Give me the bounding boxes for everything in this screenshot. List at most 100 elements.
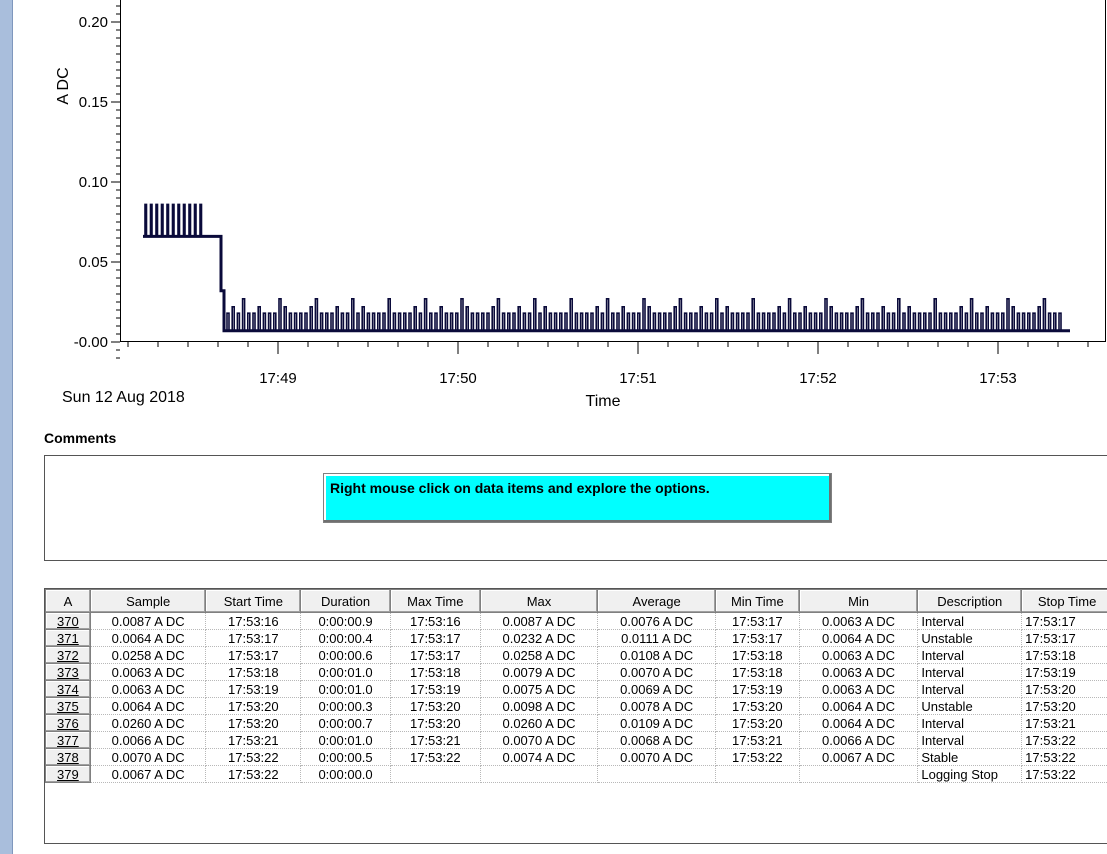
column-header[interactable]: Duration (300, 589, 391, 613)
table-cell[interactable]: Unstable (917, 629, 1023, 647)
table-cell[interactable]: 0.0098 A DC (479, 697, 599, 715)
table-cell[interactable]: 0.0063 A DC (89, 663, 207, 681)
table-cell[interactable]: 0.0076 A DC (597, 612, 716, 630)
row-index[interactable]: 378 (45, 748, 91, 766)
table-row[interactable]: 372 0.0258 A DC 17:53:17 0:00:00.6 17:53:17 0… (45, 646, 1107, 664)
table-row[interactable]: 370 0.0087 A DC 17:53:16 0:00:00.9 17:53:16 0… (45, 612, 1107, 630)
table-cell[interactable]: Interval (917, 680, 1023, 698)
table-cell[interactable]: 0.0064 A DC (798, 714, 919, 732)
table-cell[interactable]: 0.0066 A DC (89, 731, 207, 749)
table-cell[interactable]: Interval (917, 646, 1023, 664)
table-cell[interactable]: 0.0063 A DC (798, 663, 919, 681)
table-cell[interactable]: 17:53:18 (205, 663, 302, 681)
table-cell[interactable]: 17:53:19 (389, 680, 481, 698)
table-cell[interactable]: Unstable (917, 697, 1023, 715)
table-cell[interactable]: 0.0064 A DC (798, 697, 919, 715)
column-header[interactable]: Sample (89, 589, 207, 613)
table-cell[interactable]: 0.0070 A DC (597, 748, 716, 766)
table-row[interactable]: 373 0.0063 A DC 17:53:18 0:00:01.0 17:53:18 0… (45, 663, 1107, 681)
row-index[interactable]: 375 (45, 697, 91, 715)
table-cell[interactable]: 0.0066 A DC (798, 731, 919, 749)
table-cell[interactable]: 17:53:21 (389, 731, 481, 749)
table-cell[interactable]: 0:00:00.4 (300, 629, 391, 647)
table-cell[interactable]: 17:53:19 (205, 680, 302, 698)
table-cell[interactable]: 17:53:18 (714, 663, 800, 681)
column-header[interactable]: Description (917, 589, 1023, 613)
table-cell[interactable]: 0.0258 A DC (479, 646, 599, 664)
table-cell[interactable]: 17:53:21 (1021, 714, 1107, 732)
table-cell[interactable]: 0.0063 A DC (798, 680, 919, 698)
table-cell[interactable] (389, 765, 481, 783)
row-index[interactable]: 374 (45, 680, 91, 698)
table-cell[interactable]: 0:00:00.0 (300, 765, 391, 783)
table-cell[interactable]: 0.0087 A DC (479, 612, 599, 630)
row-index[interactable]: 373 (45, 663, 91, 681)
column-header[interactable]: Stop Time (1021, 589, 1107, 613)
row-index[interactable]: 370 (45, 612, 91, 630)
table-cell[interactable]: 0.0108 A DC (597, 646, 716, 664)
data-table-panel[interactable]: A Sample Start Time Duration Max Time Max Aver… (44, 588, 1107, 844)
table-cell[interactable]: Interval (917, 731, 1023, 749)
table-cell[interactable]: 0.0111 A DC (597, 629, 716, 647)
table-cell[interactable]: 17:53:20 (389, 714, 481, 732)
column-header[interactable]: Max Time (389, 589, 481, 613)
table-row[interactable]: 374 0.0063 A DC 17:53:19 0:00:01.0 17:53:19 0… (45, 680, 1107, 698)
table-cell[interactable]: 17:53:20 (205, 697, 302, 715)
table-cell[interactable]: 0.0079 A DC (479, 663, 599, 681)
table-row[interactable]: 376 0.0260 A DC 17:53:20 0:00:00.7 17:53:20 0… (45, 714, 1107, 732)
table-cell[interactable]: 17:53:21 (205, 731, 302, 749)
table-cell[interactable]: 0:00:01.0 (300, 663, 391, 681)
table-cell[interactable]: Interval (917, 612, 1023, 630)
table-cell[interactable]: 0.0067 A DC (798, 748, 919, 766)
table-cell[interactable]: 17:53:22 (389, 748, 481, 766)
table-row[interactable]: 379 0.0067 A DC 17:53:22 0:00:00.0 Logging S… (45, 765, 1107, 783)
table-cell[interactable]: 17:53:17 (389, 629, 481, 647)
column-header[interactable]: Min Time (714, 589, 800, 613)
column-header[interactable]: Average (597, 589, 716, 613)
table-cell[interactable] (479, 765, 599, 783)
column-header[interactable]: Min (798, 589, 919, 613)
table-cell[interactable]: 0.0063 A DC (798, 612, 919, 630)
table-cell[interactable]: 0:00:01.0 (300, 731, 391, 749)
table-cell[interactable]: Interval (917, 714, 1023, 732)
table-cell[interactable]: 17:53:20 (1021, 680, 1107, 698)
table-cell[interactable]: 17:53:19 (714, 680, 800, 698)
table-cell[interactable]: 0.0070 A DC (89, 748, 207, 766)
table-cell[interactable]: 0.0075 A DC (479, 680, 599, 698)
table-cell[interactable]: 0.0064 A DC (89, 629, 207, 647)
table-cell[interactable]: 17:53:17 (1021, 612, 1107, 630)
table-cell[interactable]: 17:53:22 (205, 748, 302, 766)
column-header[interactable]: Start Time (205, 589, 302, 613)
row-index[interactable]: 376 (45, 714, 91, 732)
table-cell[interactable] (798, 765, 919, 783)
table-cell[interactable]: 17:53:18 (1021, 646, 1107, 664)
table-cell[interactable]: 0:00:01.0 (300, 680, 391, 698)
table-cell[interactable]: 17:53:17 (1021, 629, 1107, 647)
table-cell[interactable]: 0:00:00.9 (300, 612, 391, 630)
table-cell[interactable]: 17:53:17 (205, 646, 302, 664)
table-cell[interactable] (714, 765, 800, 783)
table-row[interactable]: 377 0.0066 A DC 17:53:21 0:00:01.0 17:53:21 0… (45, 731, 1107, 749)
table-cell[interactable]: Interval (917, 663, 1023, 681)
table-cell[interactable]: 0:00:00.7 (300, 714, 391, 732)
table-cell[interactable] (597, 765, 716, 783)
table-cell[interactable]: Logging Stop (917, 765, 1023, 783)
table-cell[interactable]: 0.0069 A DC (597, 680, 716, 698)
table-cell[interactable]: 17:53:17 (714, 629, 800, 647)
table-cell[interactable]: 17:53:22 (714, 748, 800, 766)
table-cell[interactable]: 17:53:20 (389, 697, 481, 715)
table-cell[interactable]: 17:53:17 (714, 612, 800, 630)
table-cell[interactable]: Stable (917, 748, 1023, 766)
table-cell[interactable]: 17:53:22 (1021, 748, 1107, 766)
table-cell[interactable]: 0.0064 A DC (798, 629, 919, 647)
table-cell[interactable]: 17:53:17 (389, 646, 481, 664)
table-cell[interactable]: 0.0260 A DC (89, 714, 207, 732)
table-cell[interactable]: 0.0078 A DC (597, 697, 716, 715)
table-row[interactable]: 371 0.0064 A DC 17:53:17 0:00:00.4 17:53:17 0… (45, 629, 1107, 647)
table-cell[interactable]: 0.0074 A DC (479, 748, 599, 766)
column-header[interactable]: Max (479, 589, 599, 613)
table-row[interactable]: 375 0.0064 A DC 17:53:20 0:00:00.3 17:53:20 0… (45, 697, 1107, 715)
table-cell[interactable]: 0.0109 A DC (597, 714, 716, 732)
table-cell[interactable]: 0.0260 A DC (479, 714, 599, 732)
table-cell[interactable]: 17:53:18 (389, 663, 481, 681)
